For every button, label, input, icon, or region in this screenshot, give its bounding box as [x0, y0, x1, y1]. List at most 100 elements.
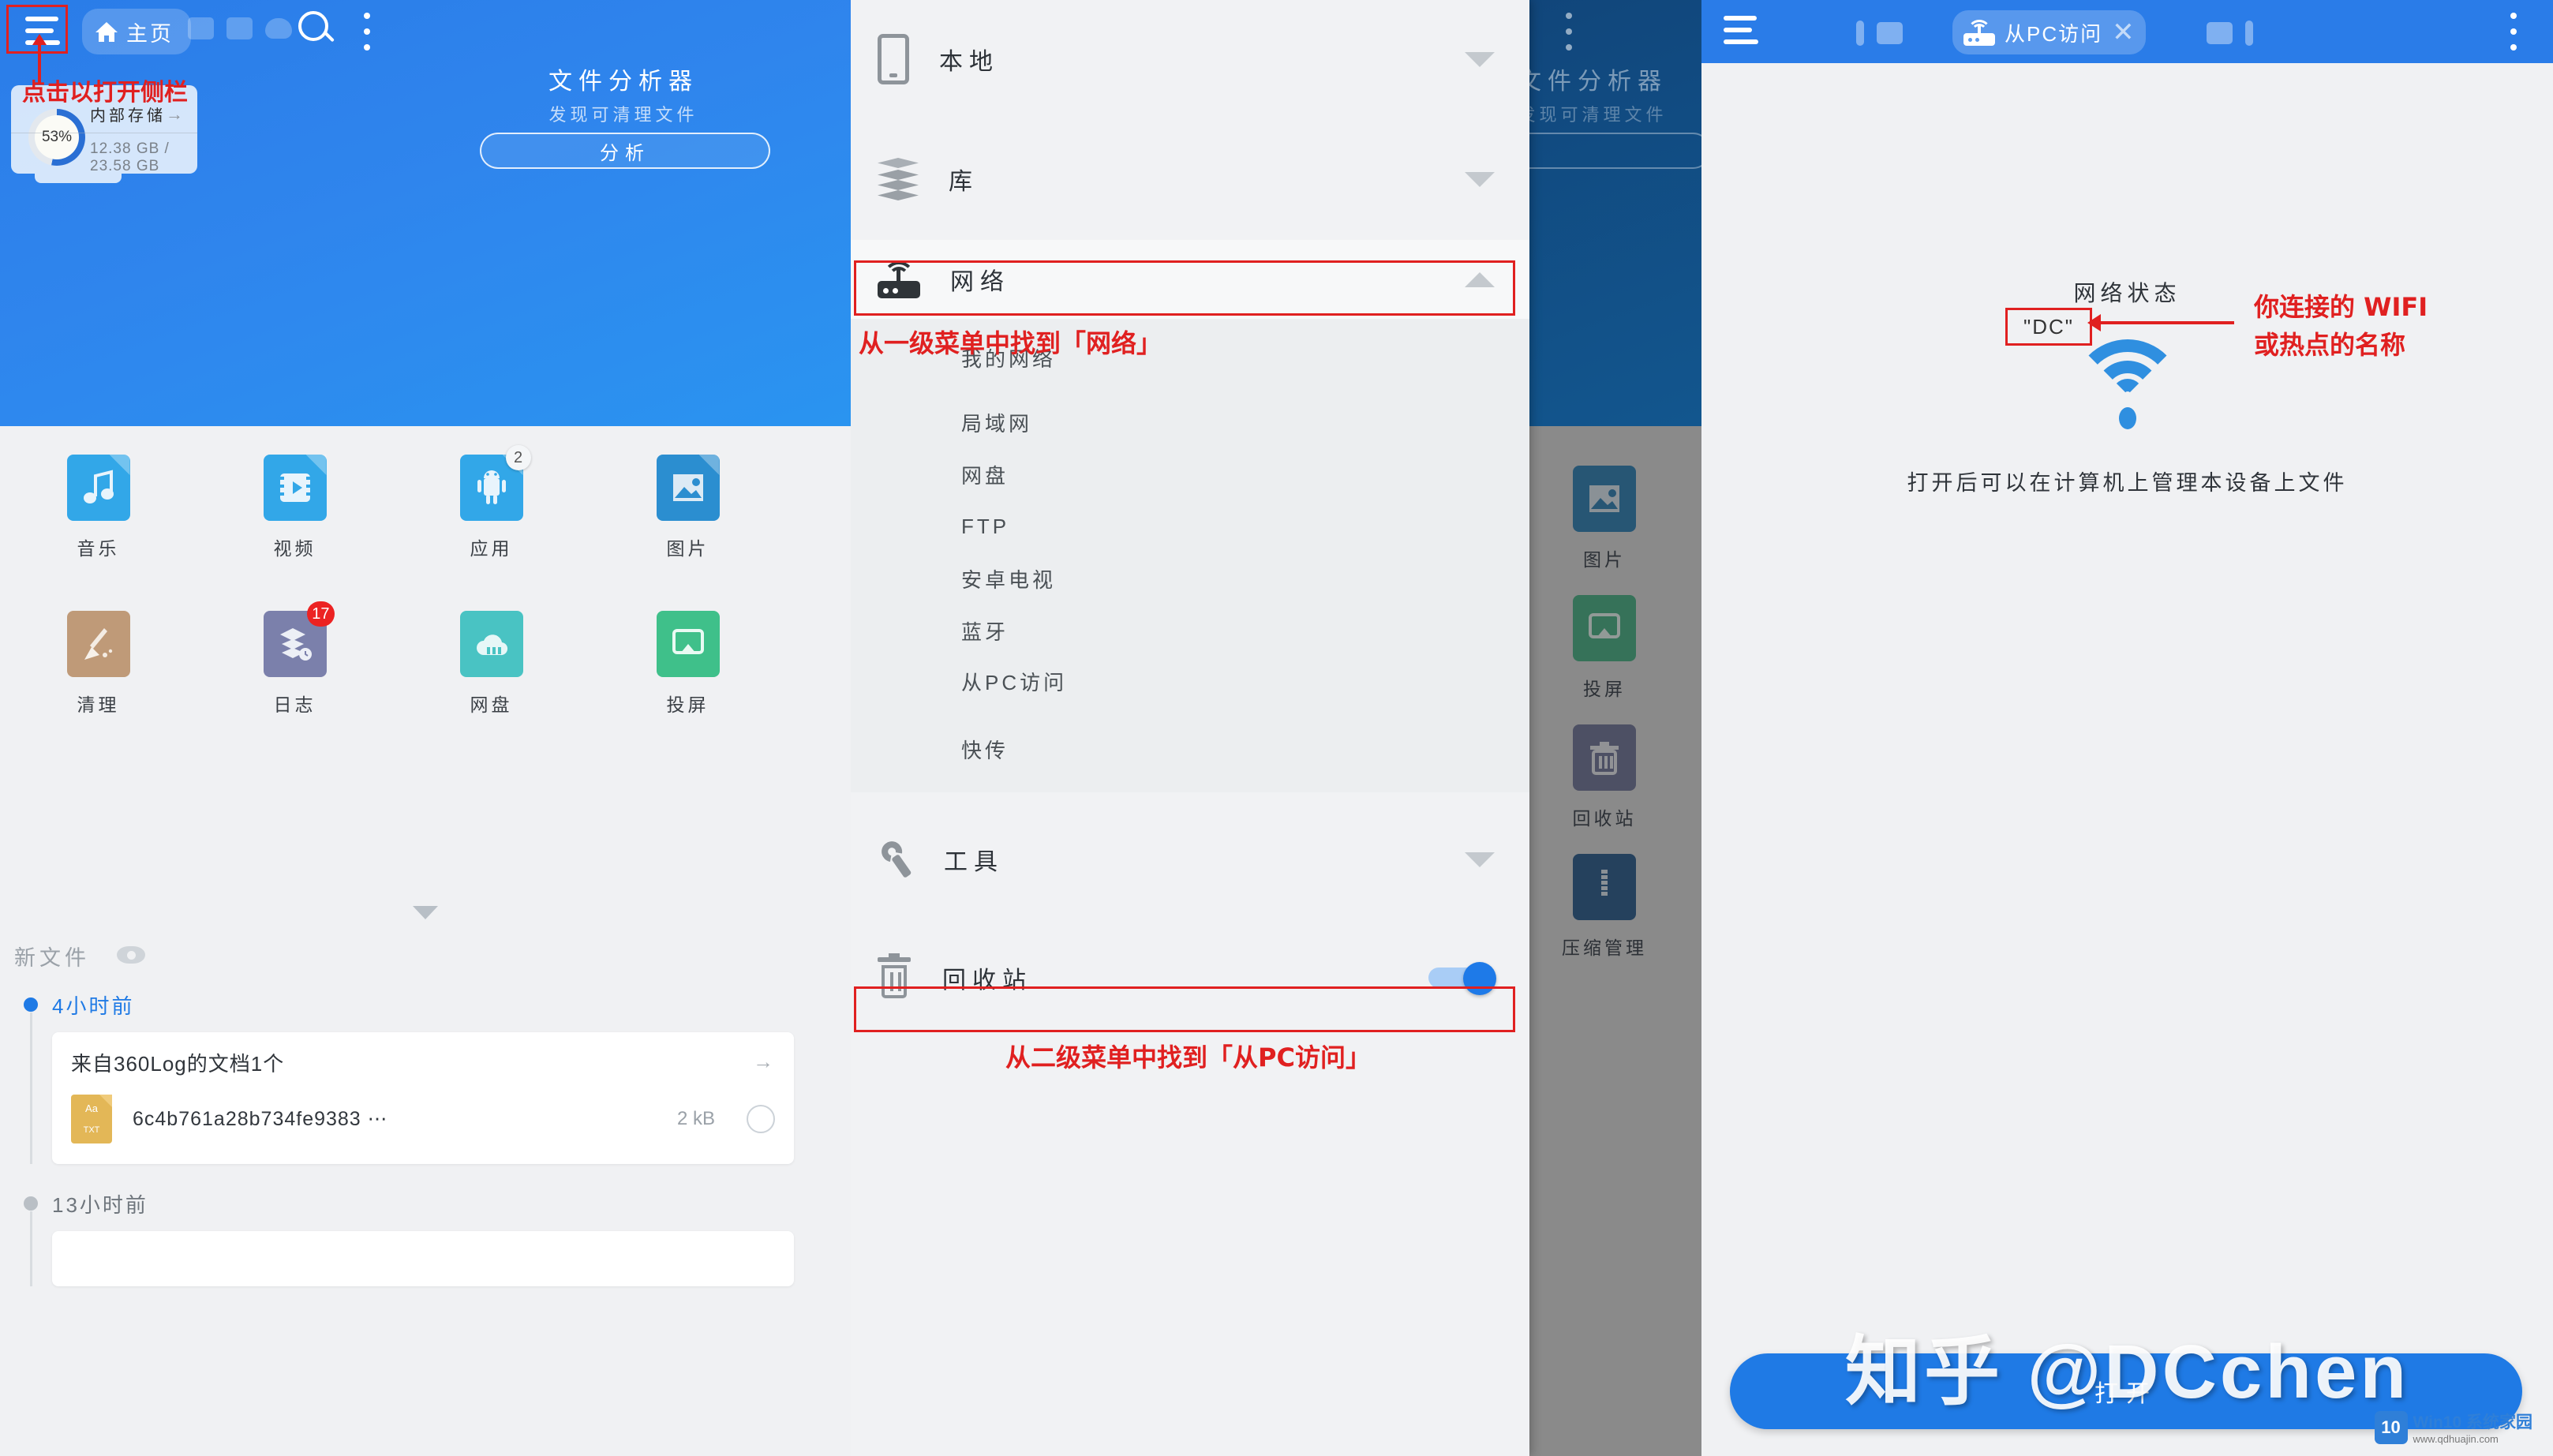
app-tile-images[interactable]: 图片	[590, 455, 786, 560]
timeline-group: 13小时前	[14, 1189, 835, 1286]
sdcard-tab-icon[interactable]	[2207, 22, 2233, 44]
app-tile-label: 图片	[666, 538, 709, 559]
dimmed-app-tile: 回收站	[1506, 724, 1701, 830]
home-icon	[95, 22, 118, 42]
submenu-item-ftp[interactable]: FTP	[851, 500, 1529, 552]
file-row[interactable]: Aa TXT 6c4b761a28b734fe9383 ⋯ 2 kB	[71, 1095, 775, 1143]
file-group-card[interactable]: 来自360Log的文档1个 → Aa TXT 6c4b761a28b734fe9…	[52, 1032, 794, 1164]
annotation-arrow-left	[2087, 314, 2234, 331]
kebab-menu-icon[interactable]	[359, 13, 375, 51]
file-group-title: 来自360Log的文档1个	[71, 1052, 285, 1076]
network-highlight-box	[854, 260, 1515, 316]
tab-home[interactable]: 主页	[82, 9, 191, 54]
close-x-icon[interactable]: ✕	[2112, 19, 2135, 46]
chevron-down-icon[interactable]	[1465, 52, 1495, 67]
submenu-item-lan[interactable]: 局域网	[851, 396, 1529, 448]
music-note-icon	[66, 455, 130, 521]
win10-logo: 10	[2374, 1410, 2408, 1444]
eye-visibility-icon[interactable]	[117, 946, 145, 964]
app-grid-row: 音乐 视频 2 应用 图片	[0, 431, 851, 560]
tab-strip-extra-icons[interactable]	[1856, 21, 1903, 46]
app-tile-label: 音乐	[77, 538, 120, 559]
drawer-section-local[interactable]: 本地	[851, 0, 1529, 118]
win10-url: www.qdhuajin.com	[2413, 1433, 2499, 1445]
drawer-section-library[interactable]: 库	[851, 118, 1529, 240]
app-tile-music[interactable]: 音乐	[0, 455, 197, 560]
frompc-highlight-box	[854, 986, 1515, 1032]
analyze-button[interactable]: 分析	[480, 133, 770, 169]
panel-from-pc-access: 从PC访问 ✕ 网络状态 "DC" 你连接的 WIFI 或热点的名称 打开后可以…	[1701, 0, 2553, 1456]
tab-strip-extra-icons-right[interactable]	[2207, 21, 2253, 46]
partial-tab-icon[interactable]	[2245, 21, 2253, 46]
drawer-section-tools[interactable]: 工具	[851, 792, 1529, 926]
annotation-wifi-line2: 或热点的名称	[2254, 330, 2406, 360]
app-tile-apps[interactable]: 2 应用	[393, 445, 590, 560]
app-tile-label: 投屏	[666, 694, 709, 715]
hamburger-icon[interactable]	[17, 9, 66, 52]
app-badge-count: 2	[505, 445, 531, 470]
timeline-time: 13小时前	[52, 1193, 148, 1217]
image-picture-icon	[656, 455, 720, 521]
timeline-dot	[24, 1196, 38, 1211]
partial-tab-icon[interactable]	[1856, 21, 1864, 46]
from-pc-description: 打开后可以在计算机上管理本设备上文件	[1907, 471, 2348, 495]
chevron-down-icon[interactable]	[1465, 172, 1495, 187]
hamburger-icon[interactable]	[1724, 16, 1758, 44]
submenu-item-androidtv[interactable]: 安卓电视	[851, 552, 1529, 604]
drawer-section-label: 库	[949, 169, 979, 195]
chevron-down-icon[interactable]	[1465, 852, 1495, 867]
app-tile-cast[interactable]: 投屏	[590, 611, 786, 717]
sdcard-tab-icon[interactable]	[1877, 22, 1903, 44]
app-badge-count: 17	[307, 601, 335, 627]
search-icon[interactable]	[298, 11, 339, 52]
broom-clean-icon	[66, 611, 130, 677]
submenu-item-from-pc[interactable]: 从PC访问	[851, 657, 1529, 706]
app-tile-video[interactable]: 视频	[197, 455, 393, 560]
submenu-item-bluetooth[interactable]: 蓝牙	[851, 604, 1529, 657]
tab-label: 从PC访问	[2005, 21, 2103, 46]
app-tile-logs[interactable]: 17 日志	[197, 601, 393, 717]
dimmed-app-label: 回收站	[1572, 808, 1637, 829]
txt-icon-ext: TXT	[83, 1125, 100, 1136]
tab-home-label: 主页	[126, 21, 174, 46]
file-group-card[interactable]	[52, 1231, 794, 1286]
dimmed-app-label: 图片	[1583, 549, 1626, 570]
arrow-right-icon[interactable]: →	[753, 1050, 773, 1074]
image-picture-icon	[1573, 466, 1636, 532]
tab-strip-extra-icons[interactable]	[188, 17, 292, 39]
app-tile-clean[interactable]: 清理	[0, 611, 197, 717]
dimmed-app-tile: 压缩管理	[1506, 854, 1701, 960]
kebab-menu-icon[interactable]	[2506, 13, 2521, 51]
chevron-down-icon[interactable]	[413, 906, 438, 919]
tab-from-pc-access[interactable]: 从PC访问 ✕	[1952, 10, 2146, 54]
cloud-drive-icon	[459, 611, 523, 677]
sdcard-tab-icon[interactable]	[226, 17, 253, 39]
zip-archive-icon	[1573, 854, 1636, 920]
app-tile-label: 应用	[470, 538, 513, 559]
cloud-tab-icon[interactable]	[265, 18, 292, 39]
kebab-menu-icon	[1561, 13, 1577, 51]
dimmed-app-label: 压缩管理	[1562, 938, 1647, 958]
navigation-drawer: 本地 库 网络 我的网络 局域网 网盘 FTP 安卓电视 蓝牙 从PC访问 快传…	[851, 0, 1529, 1456]
timeline-dot	[24, 997, 38, 1012]
submenu-item-quicktransfer[interactable]: 快传	[851, 706, 1529, 792]
recent-files-timeline: 4小时前 来自360Log的文档1个 → Aa TXT 6c4b761a28b7…	[14, 990, 835, 1286]
app-tile-label: 网盘	[470, 694, 513, 715]
storage-size: 12.38 GB / 23.58 GB	[90, 140, 170, 174]
annotation-wifi-line1: 你连接的 WIFI	[2254, 292, 2428, 322]
layers-library-icon	[878, 158, 919, 200]
win10-title: Win10 系统家园	[2413, 1413, 2533, 1432]
home-top-bar: 主页	[0, 0, 851, 63]
router-network-icon	[1963, 19, 1995, 46]
trash-bin-icon	[1573, 724, 1636, 791]
annotation-open-sidebar: 点击以打开侧栏	[22, 79, 188, 107]
new-files-label: 新文件	[14, 946, 90, 970]
router-tab-icon[interactable]	[188, 17, 214, 39]
watermark-win10: 10 Win10 系统家园 www.qdhuajin.com	[2374, 1409, 2533, 1445]
phone-device-icon	[878, 34, 909, 84]
annotation-find-network: 从一级菜单中找到「网络」	[859, 328, 1162, 358]
drawer-section-label: 本地	[939, 49, 999, 75]
file-select-checkbox[interactable]	[747, 1105, 775, 1133]
submenu-item-clouddrive[interactable]: 网盘	[851, 448, 1529, 500]
app-tile-clouddrive[interactable]: 网盘	[393, 611, 590, 717]
